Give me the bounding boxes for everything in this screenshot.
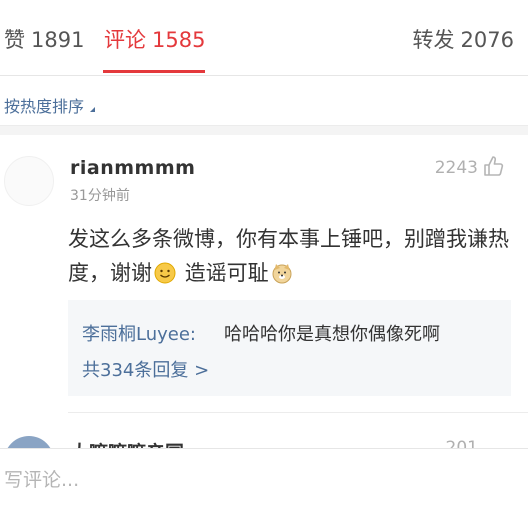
smile-emoji-icon	[154, 262, 176, 284]
comment-compose-bar	[0, 448, 528, 508]
triangle-down-icon	[90, 107, 96, 112]
comment-text: 发这么多条微博，你有本事上锤吧，别蹭我谦热度，谢谢 造谣可耻	[68, 222, 518, 290]
sort-label: 按热度排序	[4, 97, 85, 116]
comment-timestamp: 31分钟前	[70, 188, 130, 204]
comment-username[interactable]: rianmmmm	[70, 157, 195, 179]
tab-likes-label: 赞	[4, 28, 25, 52]
comment-text-part2: 造谣可耻	[184, 261, 269, 285]
tab-comments-label: 评论	[104, 28, 146, 52]
view-replies-link[interactable]: 共334条回复 >	[82, 356, 209, 382]
reply-preview[interactable]: 李雨桐Luyee: 哈哈哈你是真想你偶像死啊 共334条回复 >	[68, 300, 511, 396]
comment-input[interactable]	[4, 469, 504, 491]
avatar[interactable]	[4, 156, 54, 206]
tab-reposts-count: 2076	[460, 28, 514, 52]
comment-item: 大嘛嘛嘛亲国 201	[0, 436, 528, 448]
tab-comments[interactable]: 评论 1585	[104, 24, 205, 54]
reply-author[interactable]: 李雨桐Luyee:	[82, 320, 196, 346]
avatar[interactable]	[4, 436, 54, 448]
thumbs-up-icon[interactable]	[482, 154, 506, 178]
tab-reposts[interactable]: 转发 2076	[413, 24, 514, 54]
comment-username[interactable]: 大嘛嘛嘛亲国	[70, 438, 184, 448]
tab-comments-count: 1585	[152, 28, 206, 52]
reply-text: 哈哈哈你是真想你偶像死啊	[224, 324, 440, 345]
tab-likes[interactable]: 赞 1891	[4, 24, 84, 54]
doge-emoji-icon	[272, 264, 292, 284]
comment-like-count: 201	[445, 438, 478, 448]
comment-separator	[68, 412, 528, 413]
comment-item: rianmmmm 31分钟前 2243 发这么多条微博，你有本事上锤吧，别蹭我谦…	[0, 136, 528, 436]
section-divider	[0, 125, 528, 135]
tab-bar: 赞 1891 评论 1585 转发 2076	[0, 0, 528, 76]
comment-like-count: 2243	[434, 158, 478, 178]
tab-likes-count: 1891	[31, 28, 85, 52]
tab-reposts-label: 转发	[412, 28, 455, 52]
active-tab-indicator	[103, 70, 205, 73]
sort-dropdown[interactable]: 按热度排序	[4, 93, 96, 117]
